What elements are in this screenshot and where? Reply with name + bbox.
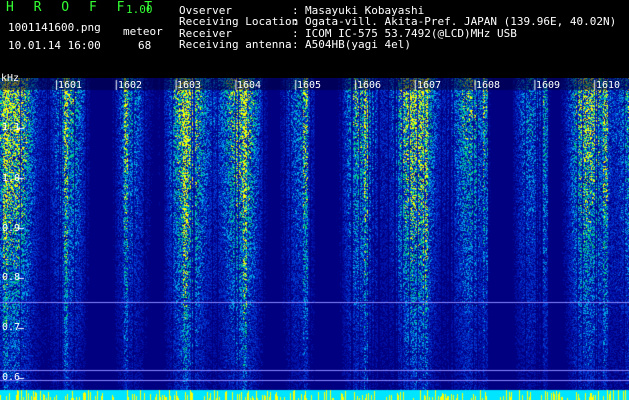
time-tick-label: 1605 xyxy=(297,80,322,91)
meteor-label: meteor xyxy=(123,25,163,38)
time-tick-label: 1606 xyxy=(357,80,382,91)
info-label-antenna: Receiving antenna xyxy=(179,38,292,51)
y-tick-label: 1.1 xyxy=(2,122,21,133)
y-tick-label: 0.9 xyxy=(2,223,21,234)
info-value-antenna: A504HB(yagi 4el) xyxy=(305,38,411,51)
meteor-count: 68 xyxy=(138,39,152,52)
y-tick-label: 0.8 xyxy=(2,272,21,283)
file-name: 1001141600.png xyxy=(8,21,101,34)
info-sep: : xyxy=(292,38,299,51)
time-tick-label: 1604 xyxy=(237,80,262,91)
time-tick-label: 1608 xyxy=(476,80,501,91)
y-tick-label: 0.6 xyxy=(2,372,21,383)
spectrogram-canvas xyxy=(0,78,629,400)
datetime: 10.01.14 16:00 xyxy=(8,39,101,52)
y-tick-label: 1.0 xyxy=(2,173,21,184)
y-tick-label: 0.7 xyxy=(2,322,21,333)
time-tick-label: 1602 xyxy=(118,80,143,91)
time-tick-label: 1610 xyxy=(596,80,621,91)
time-tick-label: 1603 xyxy=(177,80,202,91)
time-tick-label: 1601 xyxy=(58,80,83,91)
unit-label: kHz xyxy=(1,73,20,84)
header-panel: H R O F F T 1.00 1001141600.png meteor 1… xyxy=(0,0,629,78)
time-tick-label: 1609 xyxy=(536,80,561,91)
time-tick-label: 1607 xyxy=(417,80,442,91)
app-version: 1.00 xyxy=(126,3,153,16)
